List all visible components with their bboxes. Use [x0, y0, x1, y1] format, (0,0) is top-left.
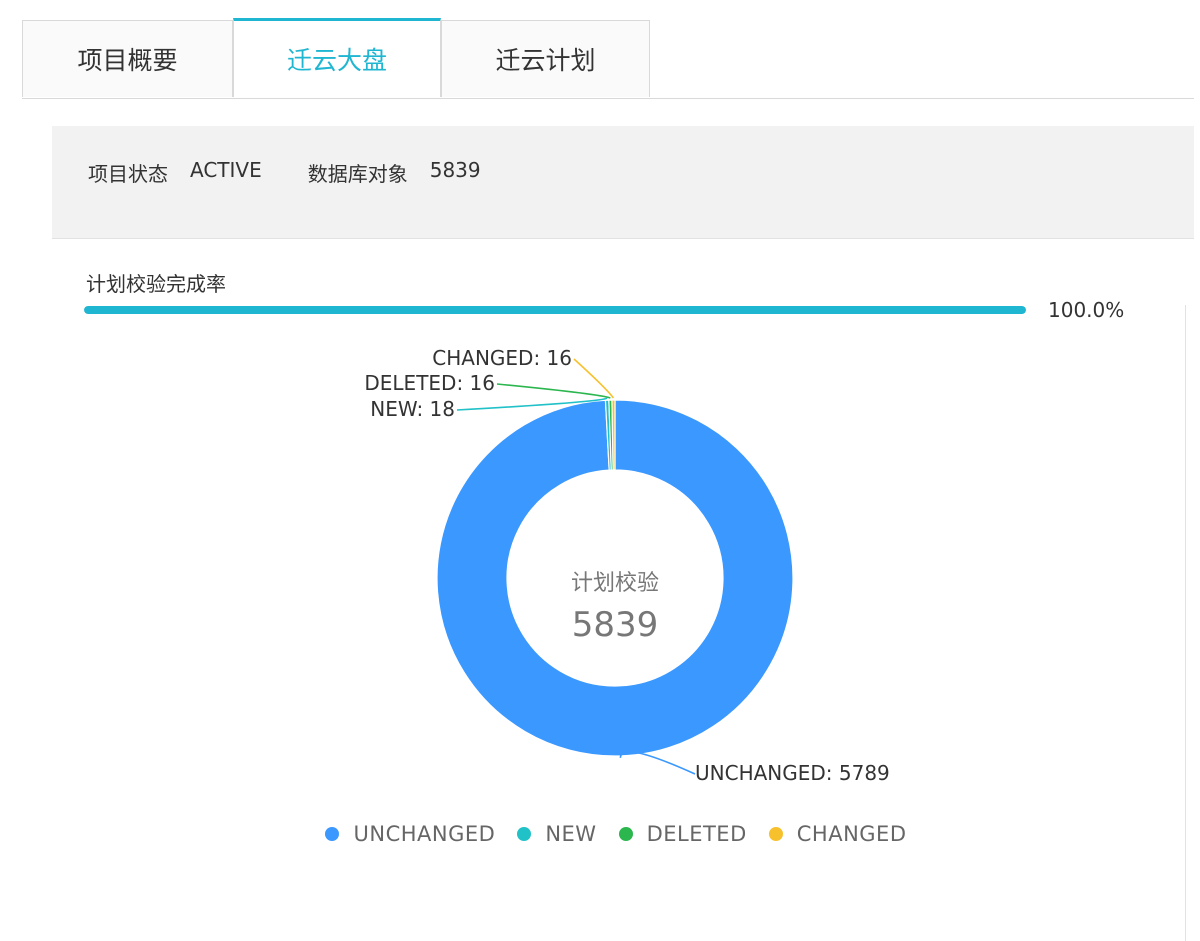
donut-center-label: 计划校验 — [571, 571, 659, 596]
tab-migration-plan[interactable]: 迁云计划 — [441, 20, 650, 97]
verification-progress-fill — [84, 306, 1026, 314]
legend-dot-icon — [618, 827, 633, 841]
legend-dot-icon — [325, 827, 340, 841]
legend-item-unchanged[interactable]: UNCHANGED — [325, 822, 495, 846]
legend-item-new[interactable]: NEW — [517, 822, 596, 846]
donut-slice-changed[interactable] — [611, 399, 616, 471]
project-info-panel: 项目状态 ACTIVE 数据库对象 5839 — [52, 126, 1194, 239]
tab-migration-dashboard[interactable]: 迁云大盘 — [233, 18, 441, 97]
tab-project-overview[interactable]: 项目概要 — [22, 20, 233, 97]
verification-donut-chart: UNCHANGED: 5789 NEW: 18DELETED: 16CHANGED… — [364, 346, 890, 785]
slice-label-unchanged: UNCHANGED: 5789 — [695, 761, 890, 785]
leader-line-deleted — [496, 383, 611, 399]
verification-progress-percent: 100.0% — [1048, 298, 1125, 322]
verification-progress-bar — [84, 306, 1026, 314]
slice-label-deleted: DELETED: 16 — [364, 371, 495, 395]
legend-label: UNCHANGED — [353, 822, 496, 846]
donut-center-value: 5839 — [572, 605, 659, 645]
db-objects-label: 数据库对象 — [307, 162, 408, 186]
tab-bar: 项目概要 迁云大盘 迁云计划 — [22, 18, 1194, 99]
slice-label-changed: CHANGED: 16 — [432, 346, 572, 370]
db-objects-value: 5839 — [429, 158, 481, 182]
legend-item-changed[interactable]: CHANGED — [768, 822, 907, 846]
slice-label-new: NEW: 18 — [370, 397, 455, 421]
legend-dot-icon — [768, 827, 783, 841]
legend-item-deleted[interactable]: DELETED — [618, 822, 747, 846]
legend-dot-icon — [517, 827, 532, 841]
status-label: 项目状态 — [88, 162, 168, 186]
status-value: ACTIVE — [190, 158, 262, 182]
legend-label: DELETED — [646, 822, 747, 846]
project-info-row: 项目状态 ACTIVE 数据库对象 5839 — [88, 158, 481, 187]
legend-label: CHANGED — [796, 822, 907, 846]
legend-label: NEW — [545, 822, 597, 846]
verification-rate-title: 计划校验完成率 — [86, 272, 226, 296]
chart-legend: UNCHANGED NEW DELETED CHANGED — [0, 822, 1200, 846]
